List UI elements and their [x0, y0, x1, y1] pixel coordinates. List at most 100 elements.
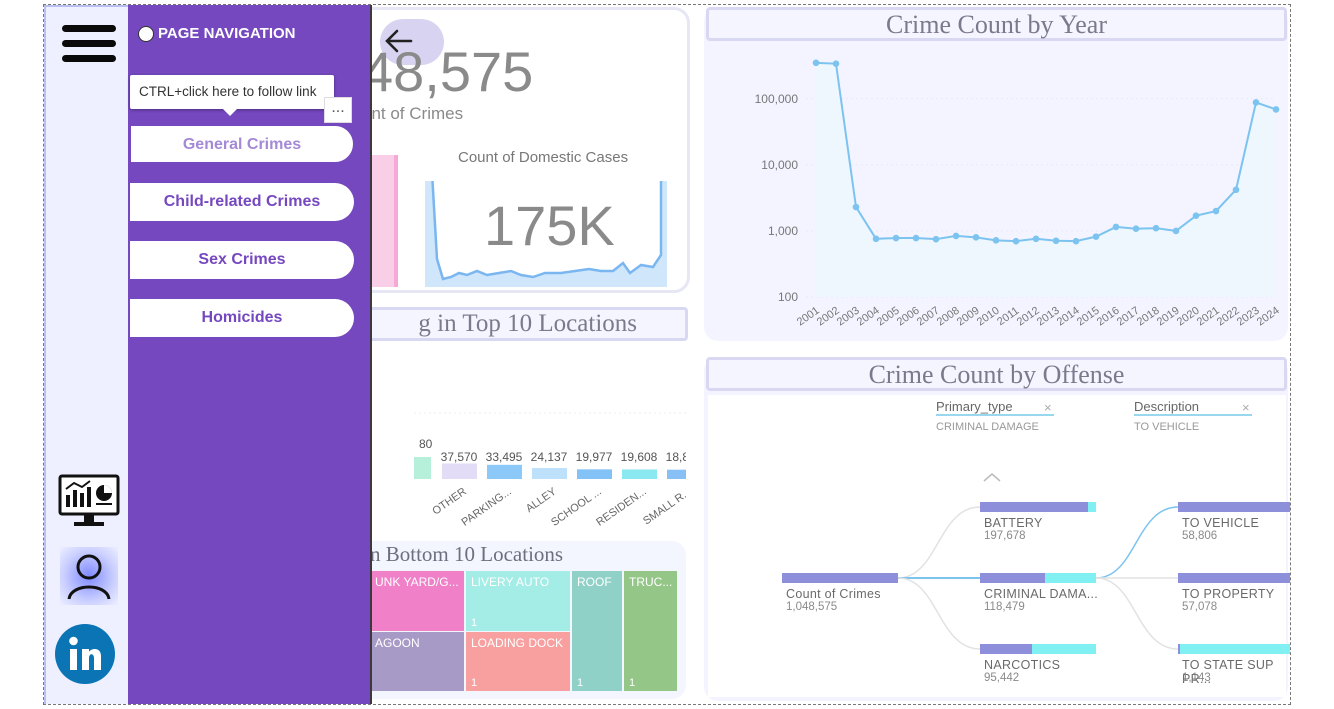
nav-general-crimes[interactable]: General Crimes [130, 125, 354, 163]
treemap-tile-count: 1 [577, 677, 584, 689]
domestic-cases-value: 175K [484, 194, 615, 257]
bottom10-title: n Bottom 10 Locations [370, 542, 564, 566]
y-tick-label: 1,000 [768, 224, 798, 238]
year-data-point [812, 59, 820, 67]
radio-icon[interactable] [138, 25, 154, 42]
left-rail [44, 5, 130, 704]
primary-type-node-label: CRIMINAL DAMA... [984, 587, 1099, 601]
primary-type-node-value: 95,442 [984, 672, 1020, 684]
bar [442, 463, 477, 479]
follow-link-tooltip: CTRL+click here to follow link [130, 75, 334, 116]
year-data-point [1112, 223, 1120, 231]
bar [667, 469, 686, 479]
primary-type-node-value: 118,479 [984, 601, 1025, 613]
category-label: OTHER [430, 486, 468, 518]
treemap-tile[interactable]: AGOON [370, 632, 464, 691]
bar [622, 469, 657, 479]
year-data-point [1092, 233, 1100, 240]
year-data-point [1212, 207, 1220, 215]
description-node-value: 58,806 [1182, 530, 1218, 542]
offense-title: Crime Count by Offense [706, 357, 1287, 391]
category-label: RESIDEN... [594, 486, 648, 529]
year-data-point [892, 234, 900, 242]
year-data-point [1012, 237, 1020, 245]
data-label: 33,495 [486, 450, 523, 464]
year-data-point [1052, 237, 1060, 245]
primary-type-node-bar-fill [980, 644, 1033, 654]
dashboard-monitor-icon[interactable] [58, 473, 120, 529]
y-tick-label: 10,000 [761, 158, 798, 172]
year-data-point [1132, 225, 1140, 233]
treemap-tile[interactable]: LOADING DOCK 1 [466, 632, 570, 691]
category-label: ALLEY [524, 485, 559, 515]
year-data-point [952, 232, 960, 240]
year-data-point [1232, 186, 1240, 194]
root-label: Count of Crimes [786, 587, 881, 601]
more-options-icon[interactable]: ... [324, 97, 352, 123]
year-data-point [992, 237, 1000, 244]
domestic-cases-label: Count of Domestic Cases [458, 149, 629, 166]
bar [577, 469, 612, 479]
year-data-point [1192, 212, 1200, 220]
nav-homicides[interactable]: Homicides [130, 299, 354, 337]
year-data-point [1032, 235, 1040, 243]
total-crimes-value: 48,575 [362, 40, 534, 103]
primary-type-node-bar-fill [980, 573, 1045, 583]
y-tick-label: 100,000 [755, 92, 799, 106]
treemap-tile-count: 1 [471, 677, 478, 689]
year-data-point [832, 60, 840, 67]
year-chart-title: Crime Count by Year [706, 7, 1287, 41]
report-canvas: 48,575 unt of Crimes Count of Domestic C… [43, 4, 1291, 705]
treemap-tile-label: ROOF [577, 575, 612, 589]
treemap-tile-label: UNK YARD/G... [375, 575, 459, 589]
description-node-bar[interactable] [1178, 502, 1290, 512]
year-data-point [972, 234, 980, 241]
linkedin-icon[interactable] [54, 623, 116, 685]
treemap-tile[interactable]: UNK YARD/G... [370, 571, 464, 631]
primary-type-node-bar[interactable] [980, 644, 1096, 654]
year-data-point [1252, 99, 1260, 106]
treemap-tile-label: LIVERY AUTO [471, 575, 550, 589]
bar [487, 464, 522, 479]
treemap-tile-count: 1 [629, 677, 636, 689]
page-navigation-title: PAGE NAVIGATION [158, 25, 296, 42]
treemap-tile-label: TRUC... [629, 575, 673, 589]
data-label: 19,608 [621, 450, 658, 464]
primary-type-node-bar[interactable] [980, 573, 1096, 583]
year-data-point [852, 203, 860, 211]
treemap-tile-count: 1 [471, 617, 478, 629]
profile-button[interactable] [60, 547, 118, 605]
category-label: PARKING... [459, 486, 513, 529]
decomposition-tree[interactable]: Primary_type × CRIMINAL DAMAGE Descripti… [708, 395, 1290, 697]
page-navigation-header[interactable]: PAGE NAVIGATION [138, 25, 296, 42]
treemap-tile[interactable]: TRUC... 1 [624, 571, 677, 691]
primary-type-node-label: BATTERY [984, 516, 1043, 530]
data-label: 80 [419, 437, 433, 451]
page-navigation-panel: PAGE NAVIGATION CTRL+click here to follo… [128, 5, 372, 704]
treemap-tile[interactable]: ROOF 1 [572, 571, 622, 691]
nav-sex-crimes[interactable]: Sex Crimes [130, 241, 354, 279]
year-data-point [1072, 237, 1080, 245]
treemap-tile[interactable]: LIVERY AUTO 1 [466, 571, 570, 631]
data-label: 19,977 [576, 450, 613, 464]
primary-type-node-bar[interactable] [980, 502, 1096, 512]
year-area [816, 62, 1276, 297]
year-line-chart[interactable]: 1001,00010,000100,0002001200220032004200… [708, 43, 1286, 341]
description-node-bar[interactable] [1178, 644, 1290, 654]
data-label: 24,137 [531, 450, 568, 464]
primary-type-node-value: 197,678 [984, 530, 1026, 542]
bar-first-partial [414, 457, 431, 479]
hamburger-menu-icon[interactable] [62, 25, 118, 65]
nav-child-related-crimes[interactable]: Child-related Crimes [130, 183, 354, 221]
year-data-point [912, 234, 920, 242]
primary-type-node-label: NARCOTICS [984, 658, 1061, 672]
x-tick-label: 2024 [1255, 305, 1282, 329]
top10-bar-chart: 80 37,570 OTHER 33,495 PARKING... 24,137 ALLEY… [414, 412, 686, 529]
description-node-bar-fill [1178, 644, 1181, 654]
description-node-bar[interactable] [1178, 573, 1290, 583]
data-label: 37,570 [441, 450, 478, 464]
description-node-label: TO VEHICLE [1182, 516, 1260, 530]
root-bar[interactable] [782, 573, 898, 583]
year-data-point [872, 235, 880, 243]
year-data-point [1272, 106, 1280, 113]
